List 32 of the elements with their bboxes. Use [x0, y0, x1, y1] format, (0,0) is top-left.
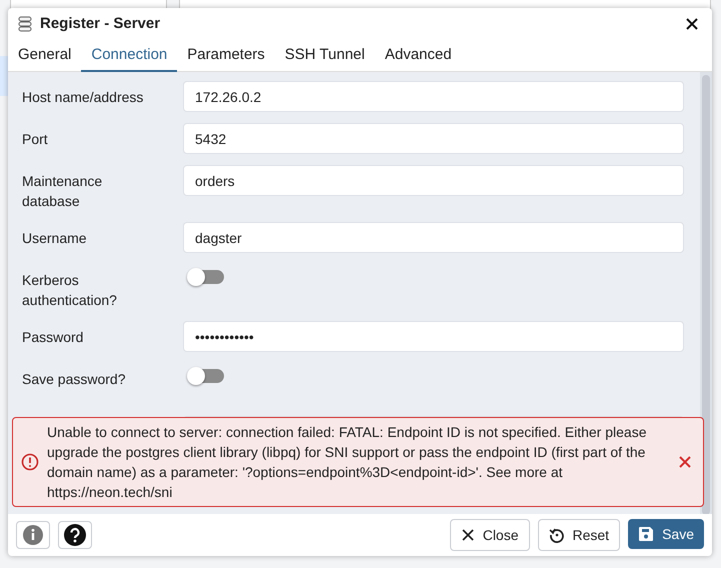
tab[interactable]: Parameters: [177, 40, 275, 72]
dialog-title: Register - Server: [40, 14, 162, 34]
error-icon: [21, 453, 39, 471]
field-label: Maintenance database: [22, 172, 104, 211]
field-label: Password: [22, 328, 84, 347]
reset-icon: [548, 527, 564, 543]
close-button[interactable]: Close: [450, 519, 530, 551]
toggle-switch[interactable]: [187, 367, 225, 385]
dismiss-icon[interactable]: [677, 454, 693, 470]
field-label: Kerberos authentication?: [22, 271, 118, 310]
tab[interactable]: Advanced: [374, 40, 462, 72]
input-field[interactable]: 5432: [183, 123, 684, 154]
input-field[interactable]: dagster: [183, 222, 684, 253]
tab[interactable]: SSH Tunnel: [274, 40, 375, 72]
input-field[interactable]: 172.26.0.2: [183, 81, 684, 112]
save-button[interactable]: Save: [628, 519, 704, 549]
input-field[interactable]: orders: [183, 165, 684, 196]
field-label: Host name/address: [22, 88, 144, 107]
tab[interactable]: General: [8, 40, 82, 72]
input-field[interactable]: ••••••••••••: [183, 321, 684, 352]
field-label: Save password?: [22, 370, 127, 389]
server-icon: [18, 16, 32, 32]
toggle-switch[interactable]: [187, 268, 225, 286]
help-button[interactable]: [58, 521, 92, 549]
reset-button[interactable]: Reset: [538, 519, 620, 551]
info-button[interactable]: [16, 521, 50, 549]
close-icon: [460, 528, 475, 542]
scrollbar-thumb[interactable]: [702, 75, 710, 514]
selected-row-background: [0, 56, 8, 96]
error-message: Unable to connect to server: connection failed: FATAL: Endpoint ID is not specified. Either please upgrade the postgres client library (libpq) for SNI support or pass the endpoint ID (first part of the domain name) as a parameter: '?options=endpoint%3D<endpoint-id>'. See more at https://neon.tech/sni: [47, 423, 648, 502]
field-label: Port: [22, 130, 49, 149]
field-label: Username: [22, 229, 88, 248]
